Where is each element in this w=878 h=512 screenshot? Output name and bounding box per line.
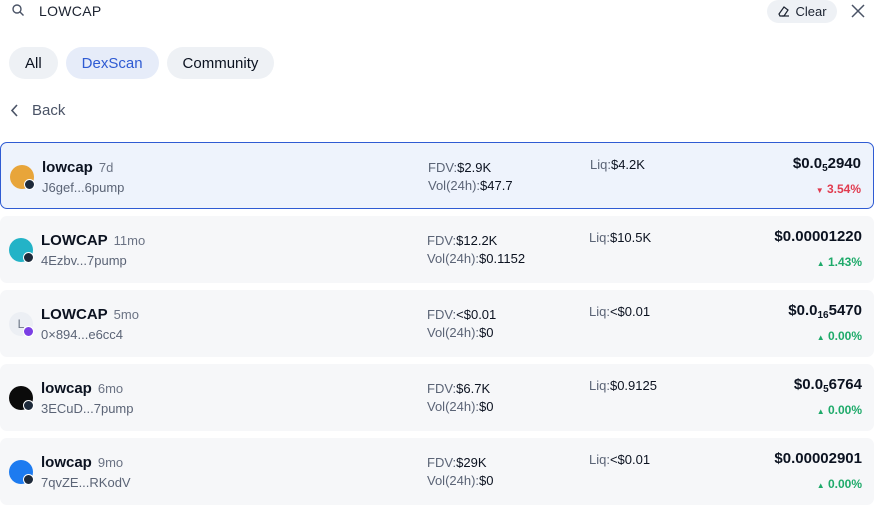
chain-badge-icon [23,474,34,485]
fdv-label: FDV: [427,455,457,470]
token-price: $0.00001220 [774,228,862,245]
chevron-left-icon [10,104,18,117]
tab-dexscan[interactable]: DexScan [65,47,159,79]
token-row[interactable]: LOWCAP 11mo 4Ezbv...7pump FDV:$12.2K Vol(… [0,216,874,283]
token-price: $0.052940 [792,155,861,174]
token-address: J6gef...6pump [42,180,125,195]
liq-value: $0.9125 [609,378,657,393]
chain-badge-icon [23,252,34,263]
clear-button[interactable]: Clear [767,0,837,23]
token-age: 11mo [113,233,146,248]
tab-all[interactable]: All [9,47,58,79]
token-price: $0.00002901 [774,450,862,467]
close-icon[interactable] [851,4,865,18]
token-name: LOWCAP [41,232,108,249]
liq-value: <$0.01 [609,452,651,467]
token-price: $0.0165470 [788,302,862,321]
vol-label: Vol(24h): [427,399,480,414]
vol-label: Vol(24h): [427,325,480,340]
vol-value: $0 [479,399,494,414]
liq-label: Liq: [589,452,610,467]
chain-badge-icon [23,400,34,411]
fdv-label: FDV: [427,233,457,248]
fdv-value: $2.9K [457,160,492,175]
price-change: ▲ 0.00% [816,329,862,343]
vol-value: $47.7 [480,178,513,193]
fdv-value: $29K [456,455,487,470]
liq-value: <$0.01 [609,304,651,319]
token-row[interactable]: lowcap 9mo 7qvZE...RKodV FDV:$29K Vol(24h… [0,438,874,505]
search-bar: LOWCAP Clear [0,0,878,26]
vol-label: Vol(24h): [427,473,480,488]
token-age: 6mo [97,381,124,396]
filter-tabs: All DexScan Community [9,47,275,79]
price-change: ▲ 0.00% [816,477,862,491]
price-change: ▲ 0.00% [816,403,862,417]
fdv-value: $6.7K [456,381,491,396]
token-price: $0.056764 [793,376,862,395]
token-row[interactable]: lowcap 6mo 3ECuD...7pump FDV:$6.7K Vol(24… [0,364,874,431]
search-icon [12,4,24,16]
token-age: 5mo [113,307,139,322]
chain-badge-icon [24,179,35,190]
fdv-value: <$0.01 [456,307,497,322]
vol-value: $0 [479,473,494,488]
token-age: 7d [98,160,114,175]
price-change: ▲ 1.43% [816,255,862,269]
token-list: lowcap 7d J6gef...6pump FDV:$2.9K Vol(24h… [0,142,874,512]
token-name: lowcap [42,159,93,176]
liq-label: Liq: [589,230,610,245]
token-name: lowcap [41,454,92,471]
token-name: LOWCAP [41,306,108,323]
liq-value: $10.5K [609,230,652,245]
liq-value: $4.2K [610,157,645,172]
vol-label: Vol(24h): [428,178,481,193]
fdv-value: $12.2K [456,233,498,248]
triangle-up-icon: ▲ [816,481,825,490]
liq-label: Liq: [589,378,610,393]
eraser-icon [778,6,790,17]
token-address: 4Ezbv...7pump [41,253,127,268]
vol-value: $0 [479,325,494,340]
back-label: Back [32,102,66,119]
liq-label: Liq: [589,304,610,319]
triangle-up-icon: ▲ [816,407,825,416]
triangle-up-icon: ▲ [816,333,825,342]
fdv-label: FDV: [427,307,457,322]
fdv-label: FDV: [427,381,457,396]
token-age: 9mo [97,455,124,470]
chain-badge-icon [23,326,34,337]
token-row[interactable]: lowcap 7d J6gef...6pump FDV:$2.9K Vol(24h… [0,142,874,209]
price-change: ▼ 3.54% [815,182,861,196]
triangle-up-icon: ▲ [816,259,825,268]
vol-label: Vol(24h): [427,251,480,266]
back-button[interactable]: Back [10,102,65,119]
token-address: 0×894...e6cc4 [41,327,124,342]
tab-community[interactable]: Community [166,47,275,79]
token-row[interactable]: L LOWCAP 5mo 0×894...e6cc4 FDV:<$0.01 Vol… [0,290,874,357]
fdv-label: FDV: [428,160,458,175]
vol-value: $0.1152 [479,251,526,266]
token-address: 7qvZE...RKodV [41,475,131,490]
token-address: 3ECuD...7pump [41,401,134,416]
search-input[interactable]: LOWCAP [39,3,101,19]
liq-label: Liq: [590,157,611,172]
token-name: lowcap [41,380,92,397]
triangle-down-icon: ▼ [815,186,824,195]
clear-label: Clear [795,4,827,19]
